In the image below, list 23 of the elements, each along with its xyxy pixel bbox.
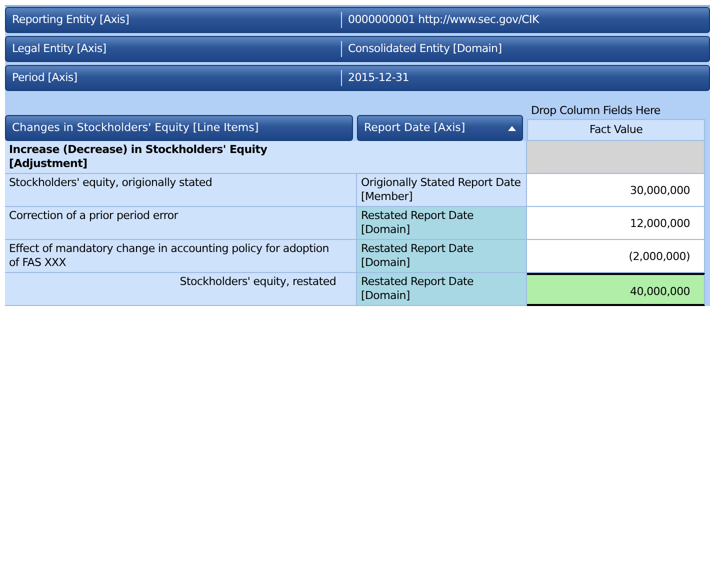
row-field-button[interactable]: Changes in Stockholders' Equity [Line Items] [5,115,353,141]
row-field-button[interactable]: Report Date [Axis] [357,115,523,141]
row-label: Effect of mandatory change in accounting policy for adoption of FAS XXX [5,240,357,273]
filter-value[interactable]: 2015-12-31 [342,70,709,86]
member-cell: Restated Report Date [Domain] [357,207,527,240]
row-label: Correction of a prior period error [5,207,357,240]
value-cell: 40,000,000 [527,273,705,306]
filter-field-button[interactable]: Period [Axis] [6,70,342,86]
drop-zone-hint: Drop Column Fields Here [530,103,662,119]
member-cell: Restated Report Date [Domain] [357,240,527,273]
column-header: Fact Value [527,119,705,141]
value-cell: 30,000,000 [527,174,705,207]
value-cell: 12,000,000 [527,207,705,240]
value-cell: (2,000,000) [527,240,705,273]
member-cell: Restated Report Date [Domain] [357,273,527,306]
filter-value[interactable]: 0000000001 http://www.sec.gov/CIK [342,12,709,28]
member-cell: Origionally Stated Report Date [Member] [357,174,527,207]
row-label: Stockholders' equity, origionally stated [5,174,357,207]
row-label: Stockholders' equity, restated [5,273,357,306]
row-group-header: Increase (Decrease) in Stockholders' Equity [Adjustment] [5,141,527,174]
filter-field-button[interactable]: Reporting Entity [Axis] [6,12,342,28]
filter-field-button[interactable]: Legal Entity [Axis] [6,41,342,57]
filter-value[interactable]: Consolidated Entity [Domain] [342,41,709,57]
